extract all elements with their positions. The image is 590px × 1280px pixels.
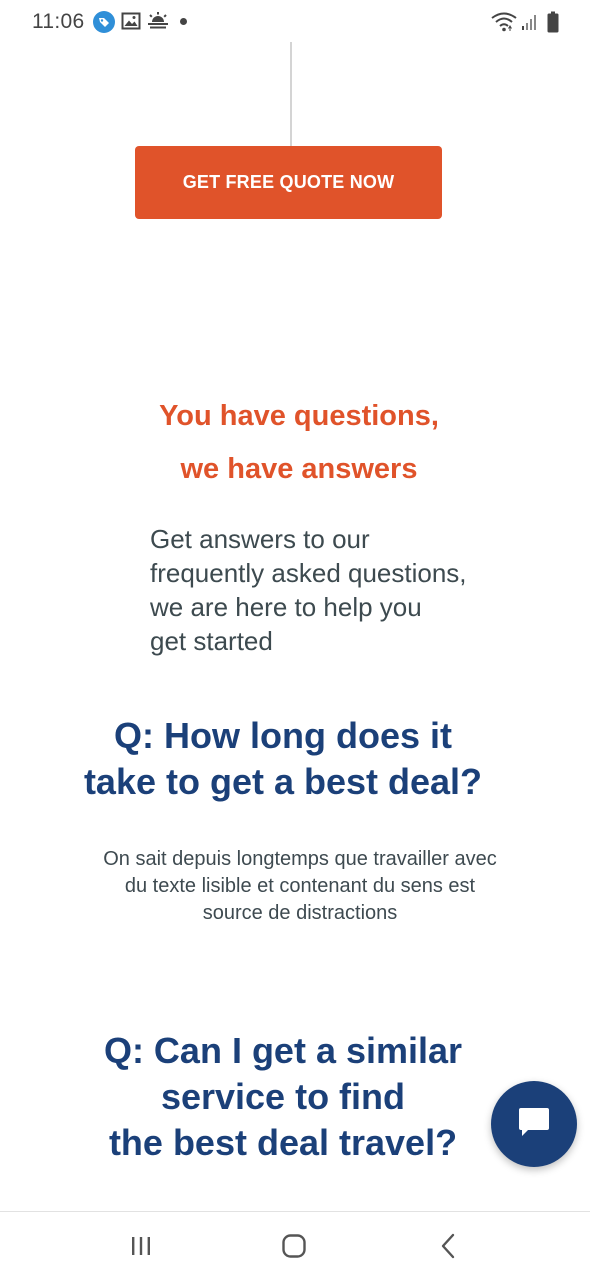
battery-icon (547, 11, 559, 38)
wifi-icon (491, 12, 517, 37)
weather-icon (146, 11, 170, 36)
tag-notification-icon (93, 11, 115, 38)
faq-subtitle-line: Get answers to our (150, 524, 370, 554)
back-icon (439, 1233, 457, 1264)
faq-answer-1: On sait depuis longtemps que travailler … (0, 846, 590, 927)
timeline-divider (290, 42, 292, 146)
recent-apps-button[interactable] (119, 1232, 163, 1264)
recent-apps-icon (129, 1235, 153, 1262)
faq-subtitle: Get answers to our frequently asked ques… (150, 522, 550, 658)
back-button[interactable] (426, 1232, 470, 1264)
gallery-icon (121, 11, 141, 36)
question-line: take to get a best deal? (83, 761, 483, 802)
answer-line: On sait depuis longtemps que travailler … (103, 848, 497, 870)
page: 11:06 GET FREE QUOTE NOW You have questi… (0, 0, 590, 1280)
answer-line: du texte lisible et contenant du sens es… (124, 875, 476, 897)
question-line: Q: How long does it (114, 715, 452, 756)
question-line: the best deal travel? (108, 1122, 458, 1163)
faq-headline: You have questions, we have answers (0, 390, 590, 496)
faq-subtitle-line: frequently asked questions, (150, 558, 467, 588)
question-line: service to find (160, 1076, 406, 1117)
faq-headline-line-1: You have questions, (159, 400, 439, 432)
faq-subtitle-line: we are here to help you (150, 592, 422, 622)
chat-button[interactable] (491, 1081, 577, 1167)
home-icon (281, 1233, 307, 1264)
dot-icon (180, 18, 187, 25)
chat-bubble-icon (517, 1106, 551, 1143)
faq-question-1: Q: How long does it take to get a best d… (0, 713, 566, 805)
answer-line: source de distractions (202, 902, 398, 924)
faq-headline-line-2: we have answers (180, 453, 418, 485)
signal-icon (521, 13, 537, 36)
system-nav-bar (0, 1211, 590, 1280)
status-time: 11:06 (32, 10, 85, 33)
faq-question-2: Q: Can I get a similar service to find t… (0, 1028, 566, 1166)
home-button[interactable] (272, 1232, 316, 1264)
question-line: Q: Can I get a similar (103, 1030, 463, 1071)
faq-subtitle-line: get started (150, 626, 273, 656)
status-bar: 11:06 (0, 0, 590, 44)
get-free-quote-button[interactable]: GET FREE QUOTE NOW (135, 146, 442, 219)
